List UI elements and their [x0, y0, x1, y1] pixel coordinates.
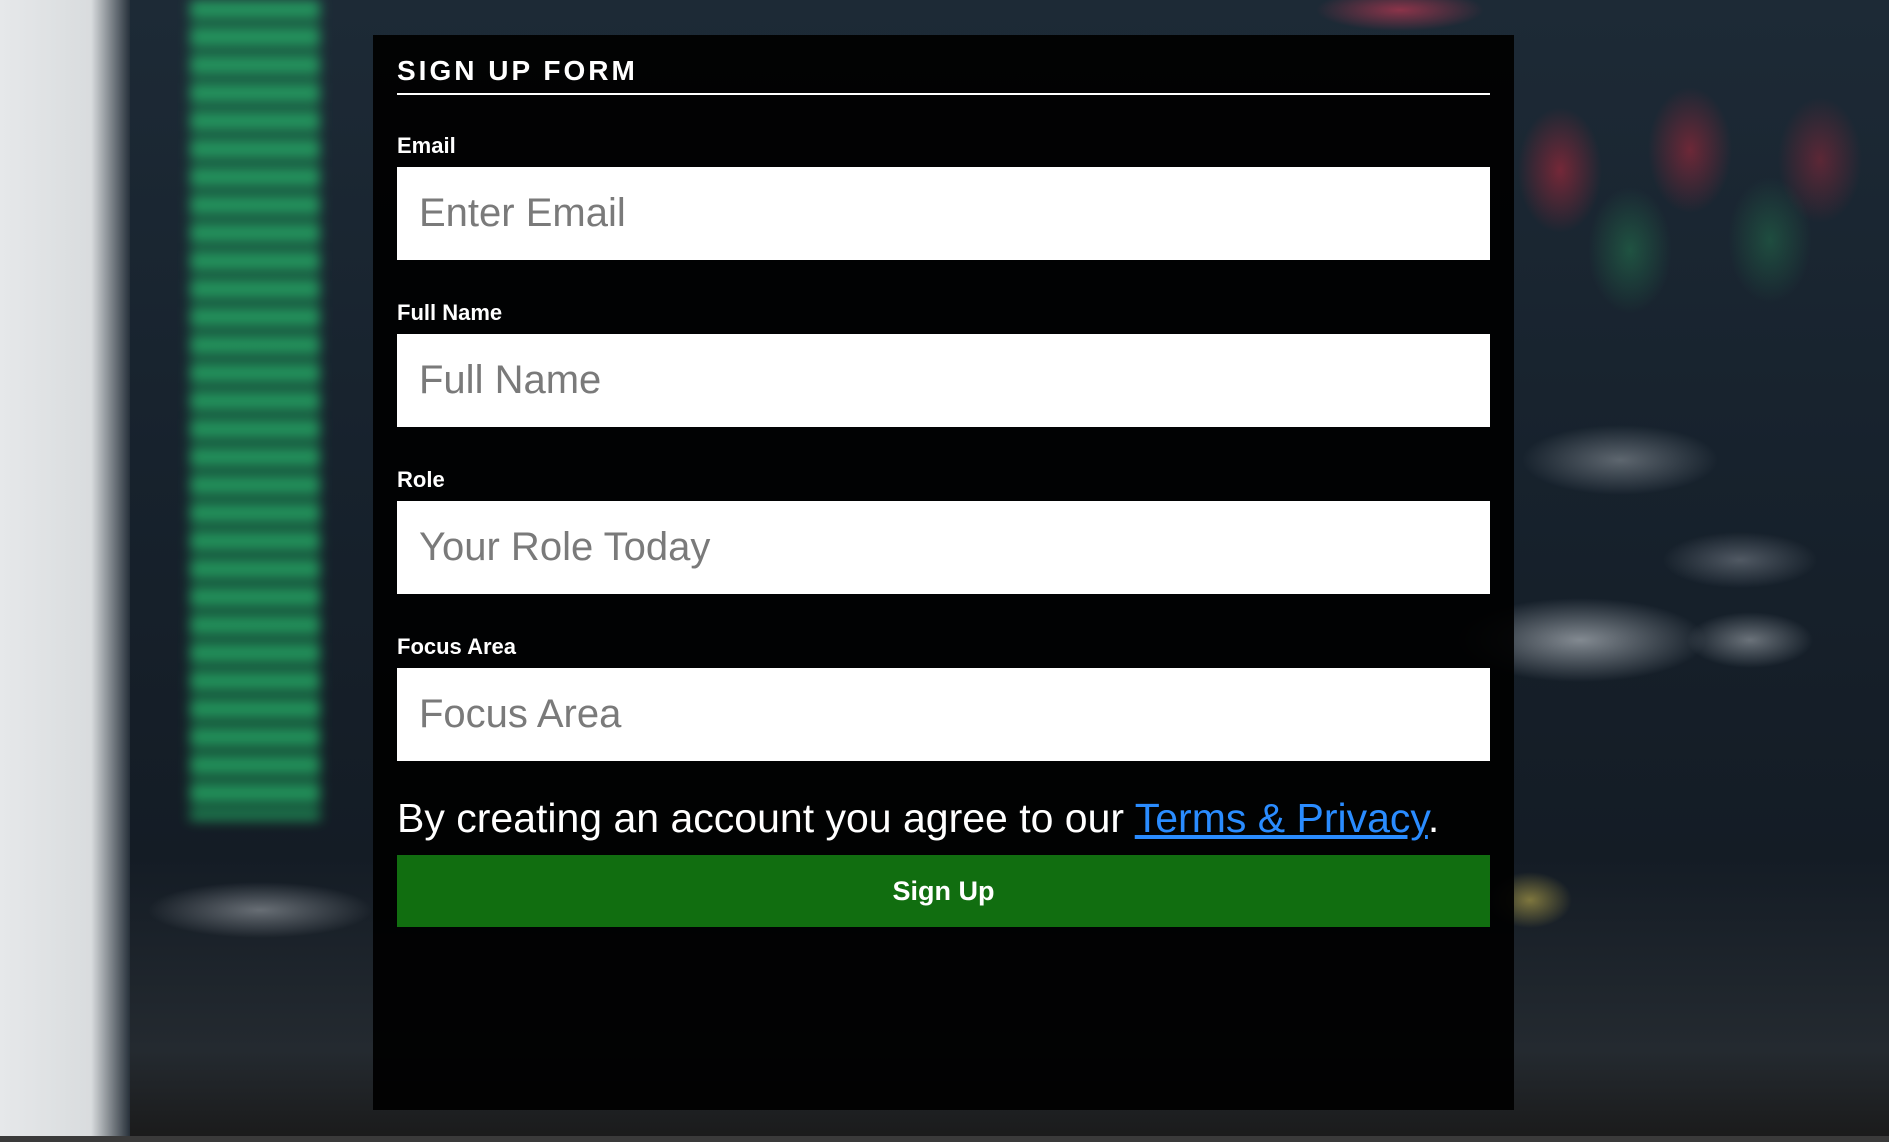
role-label: Role — [397, 467, 445, 492]
sign-up-button[interactable]: Sign Up — [397, 855, 1490, 927]
bottom-band — [0, 1142, 1889, 1148]
background-green-column — [190, 0, 320, 820]
terms-agreement-suffix: . — [1427, 795, 1440, 841]
form-title: SIGN UP FORM — [397, 53, 1490, 95]
full-name-label: Full Name — [397, 300, 503, 325]
terms-agreement-text: By creating an account you agree to our — [397, 795, 1135, 841]
email-label: Email — [397, 133, 456, 158]
background-left-edge — [0, 0, 130, 1142]
full-name-field[interactable] — [397, 334, 1490, 427]
signup-form: SIGN UP FORM Email Full Name Role Focus … — [373, 35, 1514, 1110]
page: SIGN UP FORM Email Full Name Role Focus … — [0, 0, 1889, 1148]
focus-area-field[interactable] — [397, 668, 1490, 761]
terms-privacy-link[interactable]: Terms & Privacy — [1135, 795, 1428, 841]
email-field[interactable] — [397, 167, 1490, 260]
role-field[interactable] — [397, 501, 1490, 594]
focus-area-label: Focus Area — [397, 634, 517, 659]
terms-agreement: By creating an account you agree to our … — [397, 793, 1490, 843]
